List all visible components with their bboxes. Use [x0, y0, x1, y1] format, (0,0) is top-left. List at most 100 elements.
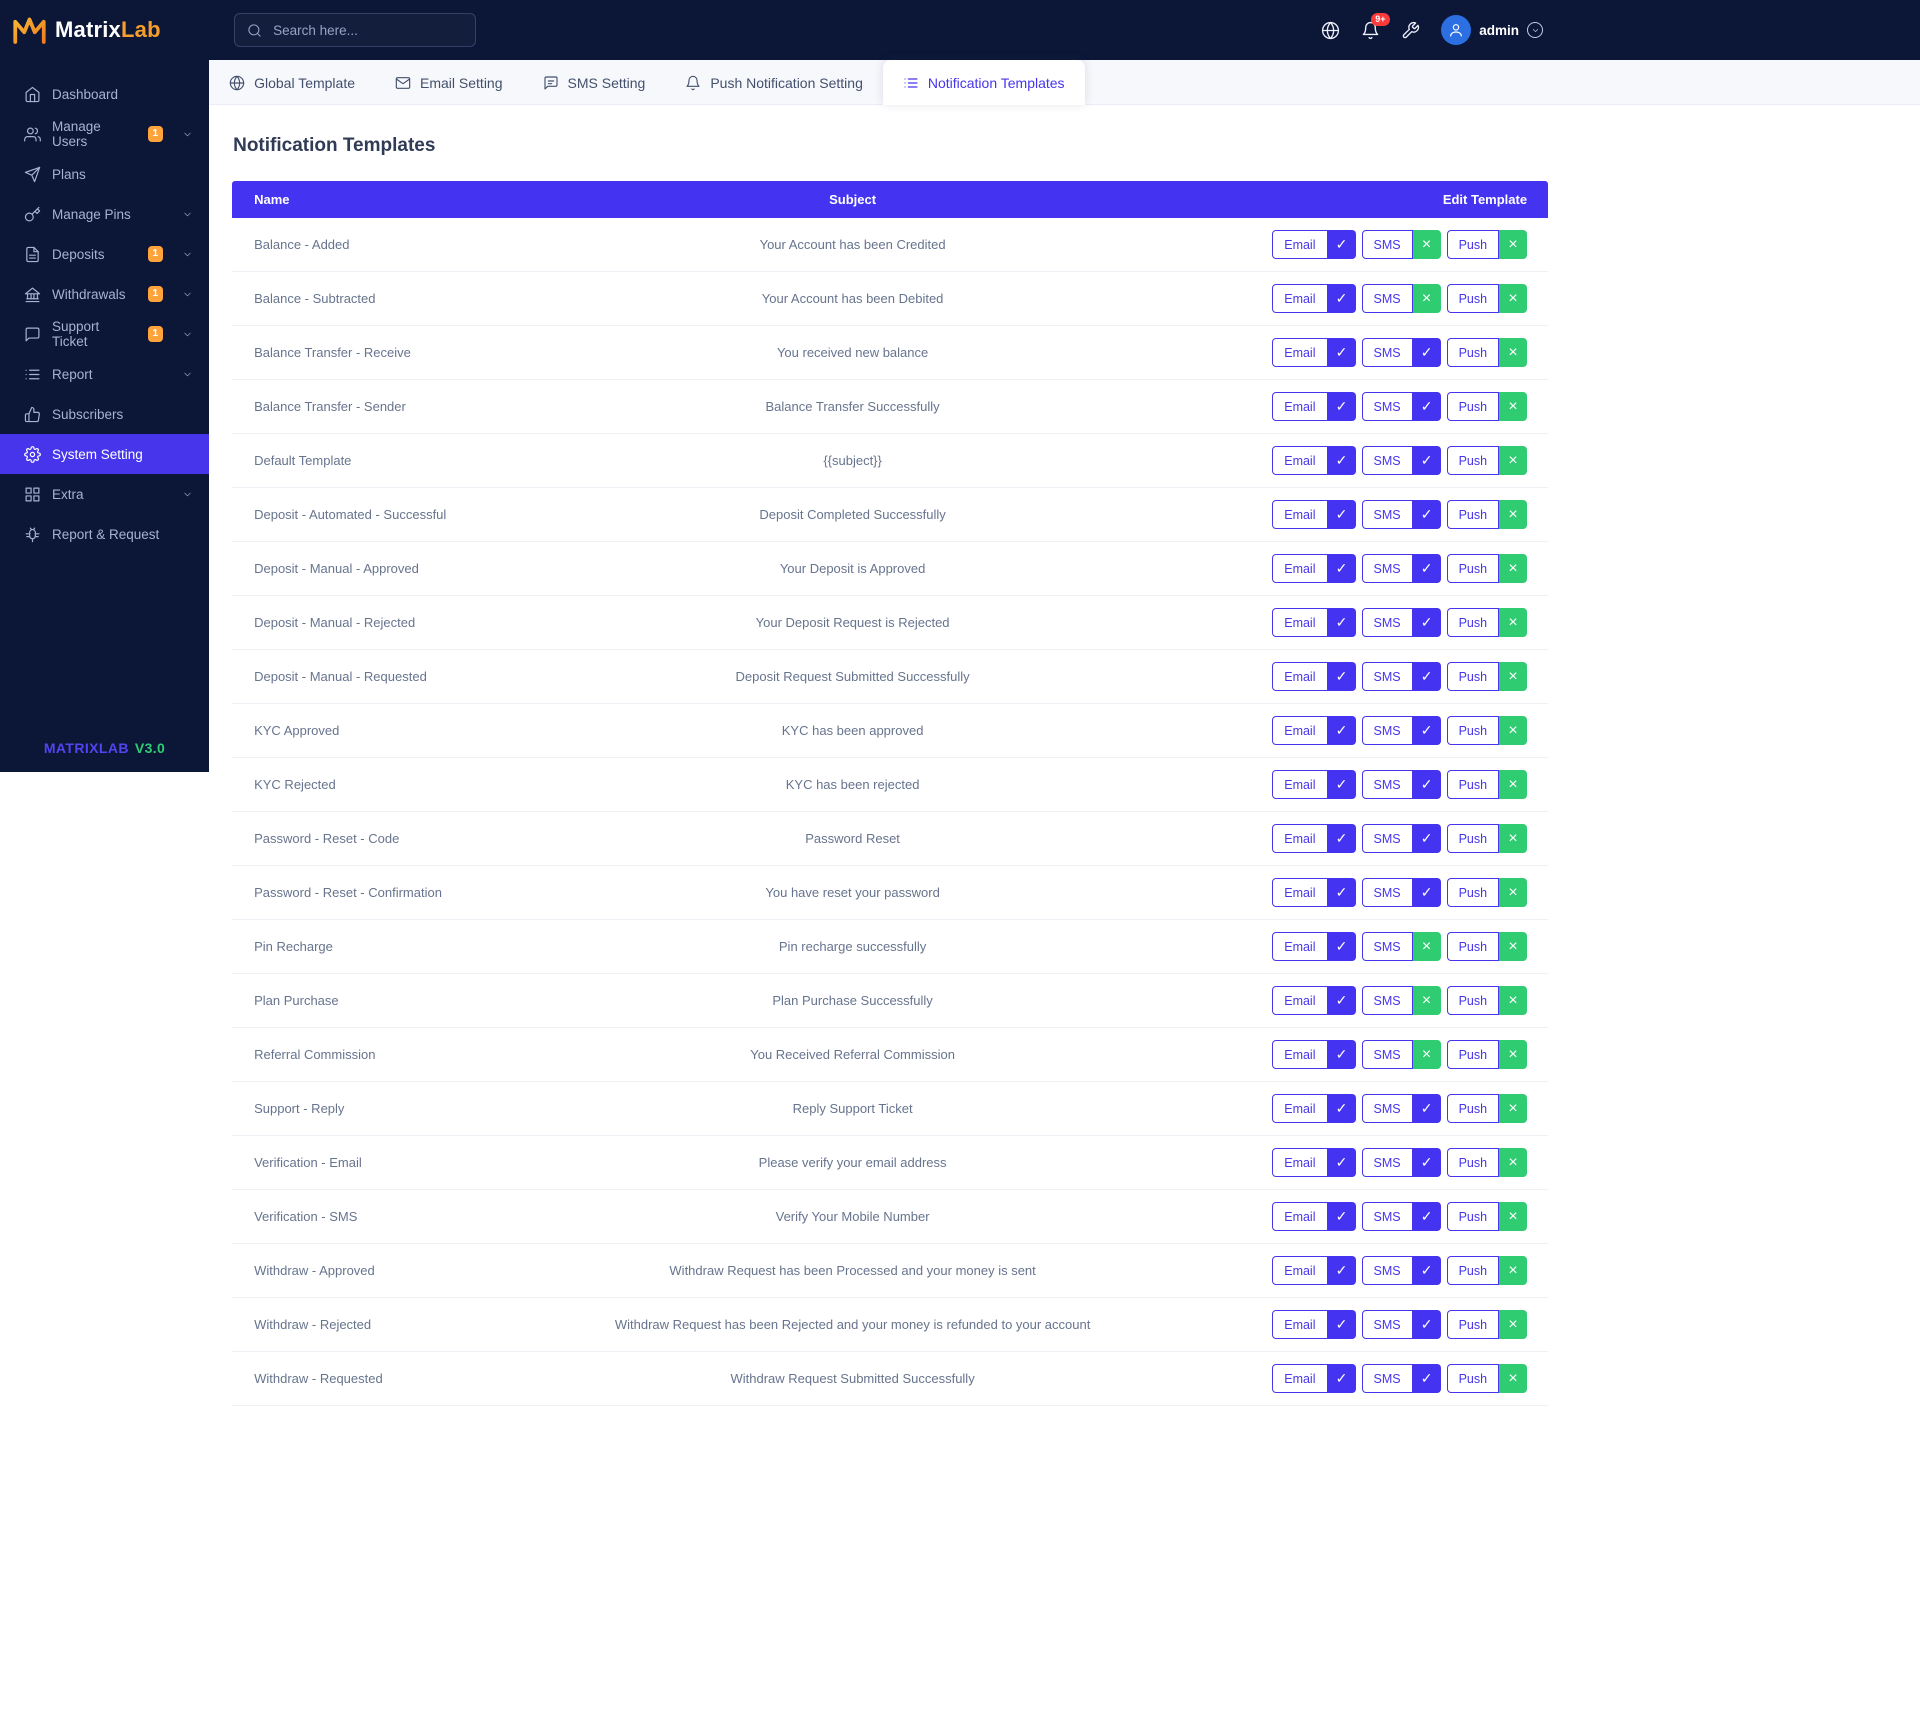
push-edit-button[interactable]: Push [1446, 1256, 1500, 1285]
sidebar-item-dashboard[interactable]: Dashboard [0, 74, 209, 114]
push-toggle[interactable]: × [1499, 986, 1528, 1015]
sidebar-item-report[interactable]: Report [0, 354, 209, 394]
sms-toggle[interactable]: × [1412, 986, 1441, 1015]
sms-toggle[interactable]: ✓ [1412, 716, 1441, 745]
email-toggle[interactable]: ✓ [1327, 986, 1356, 1015]
sms-edit-button[interactable]: SMS [1361, 338, 1413, 367]
email-toggle[interactable]: ✓ [1327, 608, 1356, 637]
tab-global-template[interactable]: Global Template [209, 60, 375, 105]
email-toggle[interactable]: ✓ [1327, 1364, 1356, 1393]
push-edit-button[interactable]: Push [1446, 1364, 1500, 1393]
push-edit-button[interactable]: Push [1446, 284, 1500, 313]
push-toggle[interactable]: × [1499, 716, 1528, 745]
email-toggle[interactable]: ✓ [1327, 500, 1356, 529]
email-edit-button[interactable]: Email [1272, 932, 1328, 961]
sidebar-item-subscribers[interactable]: Subscribers [0, 394, 209, 434]
sms-edit-button[interactable]: SMS [1361, 1364, 1413, 1393]
email-edit-button[interactable]: Email [1272, 986, 1328, 1015]
tab-sms-setting[interactable]: SMS Setting [523, 60, 666, 105]
sidebar-item-support-ticket[interactable]: Support Ticket 1 [0, 314, 209, 354]
email-edit-button[interactable]: Email [1272, 1202, 1328, 1231]
email-toggle[interactable]: ✓ [1327, 716, 1356, 745]
push-edit-button[interactable]: Push [1446, 230, 1500, 259]
email-toggle[interactable]: ✓ [1327, 824, 1356, 853]
push-edit-button[interactable]: Push [1446, 1202, 1500, 1231]
email-edit-button[interactable]: Email [1272, 392, 1328, 421]
push-toggle[interactable]: × [1499, 500, 1528, 529]
sms-toggle[interactable]: ✓ [1412, 1310, 1441, 1339]
email-edit-button[interactable]: Email [1272, 1094, 1328, 1123]
sms-edit-button[interactable]: SMS [1361, 230, 1413, 259]
email-toggle[interactable]: ✓ [1327, 770, 1356, 799]
sms-edit-button[interactable]: SMS [1361, 932, 1413, 961]
sms-edit-button[interactable]: SMS [1361, 662, 1413, 691]
sidebar-item-extra[interactable]: Extra [0, 474, 209, 514]
sms-toggle[interactable]: ✓ [1412, 1364, 1441, 1393]
email-toggle[interactable]: ✓ [1327, 662, 1356, 691]
push-edit-button[interactable]: Push [1446, 446, 1500, 475]
sms-toggle[interactable]: ✓ [1412, 824, 1441, 853]
push-toggle[interactable]: × [1499, 1094, 1528, 1123]
push-toggle[interactable]: × [1499, 446, 1528, 475]
email-edit-button[interactable]: Email [1272, 554, 1328, 583]
email-toggle[interactable]: ✓ [1327, 338, 1356, 367]
sms-toggle[interactable]: ✓ [1412, 1256, 1441, 1285]
sms-toggle[interactable]: ✓ [1412, 500, 1441, 529]
sms-toggle[interactable]: ✓ [1412, 608, 1441, 637]
sms-toggle[interactable]: ✓ [1412, 1202, 1441, 1231]
sms-edit-button[interactable]: SMS [1361, 284, 1413, 313]
email-edit-button[interactable]: Email [1272, 1256, 1328, 1285]
email-toggle[interactable]: ✓ [1327, 1040, 1356, 1069]
email-toggle[interactable]: ✓ [1327, 446, 1356, 475]
sms-edit-button[interactable]: SMS [1361, 1256, 1413, 1285]
email-toggle[interactable]: ✓ [1327, 878, 1356, 907]
email-toggle[interactable]: ✓ [1327, 1310, 1356, 1339]
push-toggle[interactable]: × [1499, 554, 1528, 583]
email-edit-button[interactable]: Email [1272, 716, 1328, 745]
push-edit-button[interactable]: Push [1446, 878, 1500, 907]
email-edit-button[interactable]: Email [1272, 1310, 1328, 1339]
sms-toggle[interactable]: ✓ [1412, 878, 1441, 907]
push-toggle[interactable]: × [1499, 932, 1528, 961]
sms-toggle[interactable]: ✓ [1412, 338, 1441, 367]
push-toggle[interactable]: × [1499, 338, 1528, 367]
sms-toggle[interactable]: ✓ [1412, 446, 1441, 475]
email-edit-button[interactable]: Email [1272, 446, 1328, 475]
email-toggle[interactable]: ✓ [1327, 230, 1356, 259]
email-edit-button[interactable]: Email [1272, 1364, 1328, 1393]
tab-email-setting[interactable]: Email Setting [375, 60, 522, 105]
email-toggle[interactable]: ✓ [1327, 932, 1356, 961]
push-edit-button[interactable]: Push [1446, 770, 1500, 799]
sms-toggle[interactable]: × [1412, 1040, 1441, 1069]
email-edit-button[interactable]: Email [1272, 338, 1328, 367]
email-edit-button[interactable]: Email [1272, 824, 1328, 853]
push-toggle[interactable]: × [1499, 1256, 1528, 1285]
sms-edit-button[interactable]: SMS [1361, 770, 1413, 799]
push-edit-button[interactable]: Push [1446, 608, 1500, 637]
sms-edit-button[interactable]: SMS [1361, 716, 1413, 745]
push-toggle[interactable]: × [1499, 608, 1528, 637]
push-edit-button[interactable]: Push [1446, 1310, 1500, 1339]
push-toggle[interactable]: × [1499, 1310, 1528, 1339]
bell-icon[interactable]: 9+ [1361, 12, 1390, 40]
sms-toggle[interactable]: ✓ [1412, 554, 1441, 583]
search-input[interactable] [271, 21, 464, 39]
sms-toggle[interactable]: ✓ [1412, 770, 1441, 799]
email-edit-button[interactable]: Email [1272, 770, 1328, 799]
push-edit-button[interactable]: Push [1446, 824, 1500, 853]
sms-edit-button[interactable]: SMS [1361, 554, 1413, 583]
email-toggle[interactable]: ✓ [1327, 392, 1356, 421]
sms-edit-button[interactable]: SMS [1361, 608, 1413, 637]
email-toggle[interactable]: ✓ [1327, 284, 1356, 313]
email-edit-button[interactable]: Email [1272, 1040, 1328, 1069]
sidebar-item-deposits[interactable]: Deposits 1 [0, 234, 209, 274]
push-edit-button[interactable]: Push [1446, 1148, 1500, 1177]
sms-edit-button[interactable]: SMS [1361, 878, 1413, 907]
user-menu[interactable]: admin [1441, 15, 1543, 45]
sms-edit-button[interactable]: SMS [1361, 1094, 1413, 1123]
email-edit-button[interactable]: Email [1272, 662, 1328, 691]
sms-toggle[interactable]: ✓ [1412, 392, 1441, 421]
sms-edit-button[interactable]: SMS [1361, 1202, 1413, 1231]
email-toggle[interactable]: ✓ [1327, 1148, 1356, 1177]
sms-edit-button[interactable]: SMS [1361, 500, 1413, 529]
